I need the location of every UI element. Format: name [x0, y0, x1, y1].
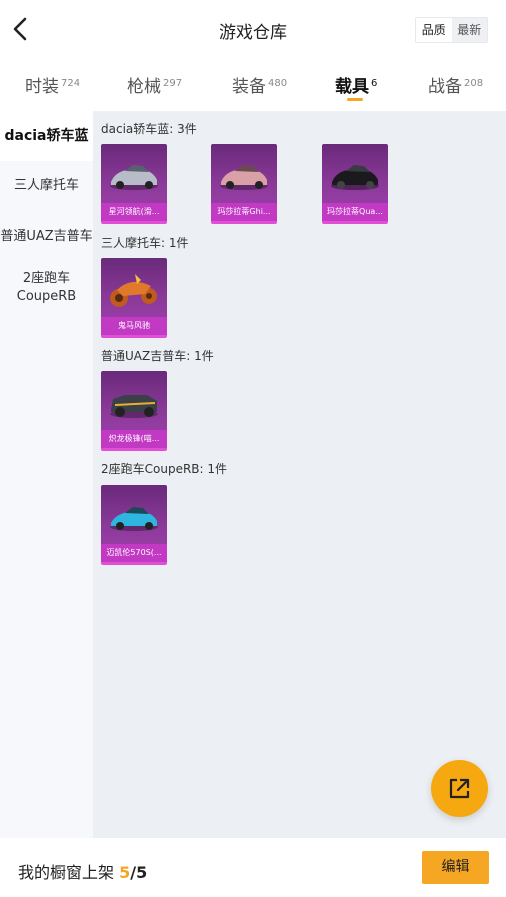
- vehicle-card[interactable]: 玛莎拉蒂Qua...: [322, 144, 388, 224]
- tab-count: 208: [464, 78, 484, 89]
- tab-label: 载具: [335, 77, 369, 97]
- sidebar-item-coupe[interactable]: 2座跑车 CoupeRB: [0, 270, 93, 306]
- motorcycle-image: [110, 274, 157, 307]
- showcase-label: 我的橱窗上架: [18, 863, 115, 882]
- sidebar-item-label-2: CoupeRB: [16, 289, 77, 304]
- sort-newest-button[interactable]: 最新: [451, 18, 487, 42]
- sidebar-item-motorcycle[interactable]: 三人摩托车: [0, 177, 93, 195]
- tab-equipment[interactable]: 装备 480: [232, 72, 287, 97]
- tab-count: 480: [268, 78, 288, 89]
- tab-count: 724: [61, 78, 81, 89]
- vehicle-list: dacia轿车蓝: 3件 星河领航(滑... 玛莎拉蒂Ghi... 玛莎拉蒂Qu…: [93, 111, 506, 838]
- vehicle-name: 玛莎拉蒂Ghi...: [211, 203, 277, 221]
- edit-button[interactable]: 编辑: [422, 851, 489, 884]
- sort-quality-button[interactable]: 品质: [416, 18, 452, 42]
- car-image: [220, 165, 268, 190]
- vehicle-card[interactable]: 星河领航(滑...: [101, 144, 167, 224]
- vehicle-card[interactable]: 迈凯伦570S(...: [101, 485, 167, 565]
- tab-count: 6: [371, 78, 378, 89]
- car-image: [110, 165, 158, 190]
- group-title: 三人摩托车: 1件: [101, 236, 189, 250]
- showcase-status: 我的橱窗上架 5/5: [18, 859, 147, 883]
- sidebar-item-label: 2座跑车: [22, 271, 71, 286]
- sidebar: dacia轿车蓝 三人摩托车 普通UAZ吉普车 2座跑车 CoupeRB: [0, 111, 93, 838]
- showcase-total-count: /5: [130, 863, 148, 882]
- tab-weapons[interactable]: 枪械 297: [127, 72, 182, 97]
- tab-supplies[interactable]: 战备 208: [428, 72, 483, 97]
- tab-vehicles[interactable]: 载具 6: [335, 72, 377, 97]
- vehicle-card[interactable]: 鬼马风驰: [101, 258, 167, 338]
- showcase-bar: 我的橱窗上架 5/5 编辑: [0, 838, 506, 897]
- car-image: [331, 165, 379, 190]
- vehicle-card[interactable]: 玛莎拉蒂Ghi...: [211, 144, 277, 224]
- group-title: dacia轿车蓝: 3件: [101, 122, 197, 136]
- sidebar-item-dacia[interactable]: dacia轿车蓝: [0, 111, 93, 161]
- tab-label: 时装: [25, 77, 59, 97]
- tab-count: 297: [163, 78, 183, 89]
- vehicle-name: 玛莎拉蒂Qua...: [322, 203, 388, 221]
- car-image: [110, 507, 158, 531]
- showcase-current-count: 5: [119, 863, 131, 882]
- vehicle-name: 星河领航(滑...: [101, 203, 167, 221]
- vehicle-card[interactable]: 炽龙极锋(喵...: [101, 371, 167, 451]
- active-tab-indicator: [347, 98, 363, 101]
- group-title: 普通UAZ吉普车: 1件: [101, 349, 214, 363]
- tab-label: 战备: [428, 77, 462, 97]
- sidebar-item-uaz[interactable]: 普通UAZ吉普车: [0, 228, 93, 246]
- vehicle-name: 迈凯伦570S(...: [101, 544, 167, 562]
- tab-label: 枪械: [127, 77, 161, 97]
- vehicle-name: 炽龙极锋(喵...: [101, 430, 167, 448]
- top-bar: 游戏仓库 品质 最新: [0, 0, 506, 60]
- vehicle-name: 鬼马风驰: [101, 317, 167, 335]
- group-title: 2座跑车CoupeRB: 1件: [101, 462, 228, 476]
- category-tabs: 时装 724 枪械 297 装备 480 载具 6 战备 208: [0, 62, 506, 110]
- tab-fashion[interactable]: 时装 724: [25, 72, 80, 97]
- share-external-icon: [449, 778, 470, 799]
- tab-label: 装备: [232, 77, 266, 97]
- sort-toggle: 品质 最新: [415, 17, 488, 43]
- car-image: [110, 395, 158, 418]
- share-button[interactable]: [431, 760, 488, 817]
